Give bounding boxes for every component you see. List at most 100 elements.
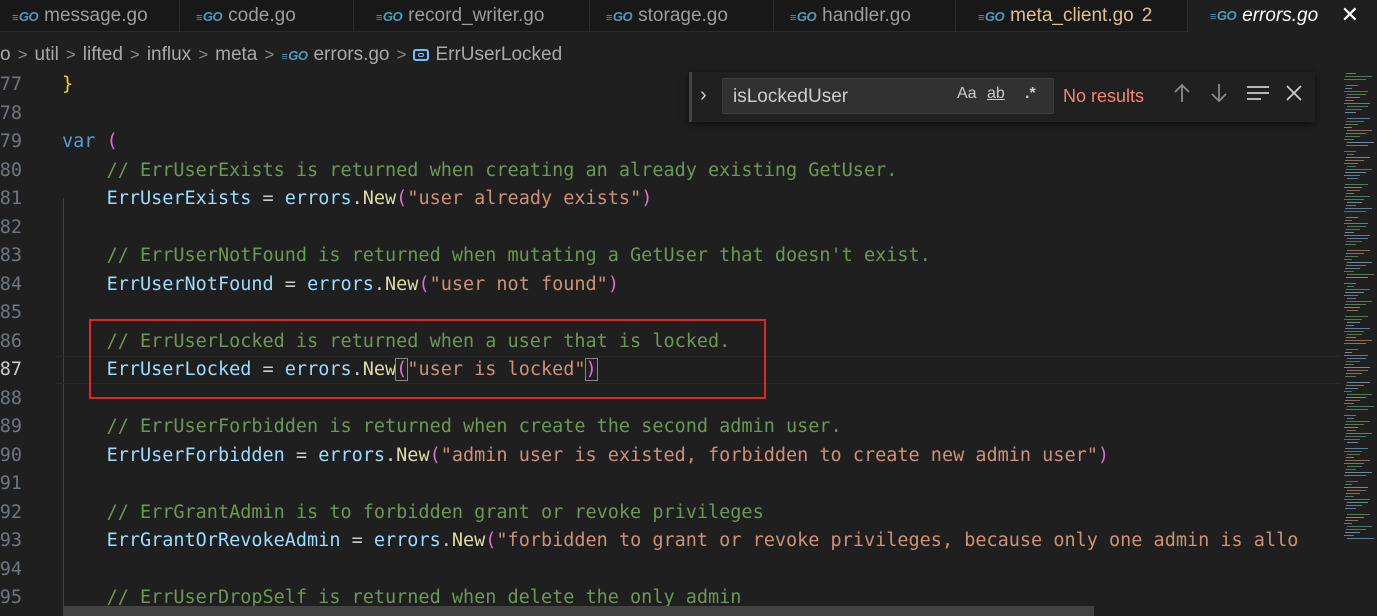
line-number: 79 <box>0 131 22 152</box>
line-number: 90 <box>0 444 22 466</box>
tab-code-go[interactable]: GO code.go <box>180 0 354 32</box>
toggle-replace-chevron-icon[interactable]: › <box>700 84 707 107</box>
tab-message-go[interactable]: GO message.go <box>0 0 180 32</box>
go-file-icon: GO <box>1210 8 1237 23</box>
line-number: 81 <box>0 188 22 209</box>
minimap-line <box>1345 352 1352 353</box>
minimap-line <box>1345 232 1354 233</box>
minimap-line <box>1344 355 1368 356</box>
minimap-line <box>1345 256 1358 257</box>
minimap-line <box>1344 307 1360 308</box>
minimap-line <box>1345 244 1356 245</box>
code-line[interactable]: 85 <box>0 299 1340 327</box>
minimap-line <box>1344 223 1368 224</box>
code-line[interactable]: 86 // ErrUserLocked is returned when a u… <box>0 328 1340 356</box>
find-input[interactable] <box>731 83 945 111</box>
tab-errors-go[interactable]: GO errors.go ✕ <box>1188 0 1377 32</box>
minimap-line <box>1344 415 1356 416</box>
vertical-scrollbar[interactable] <box>1366 71 1377 616</box>
tab-record-writer-go[interactable]: GO record_writer.go <box>354 0 590 32</box>
minimap-line <box>1346 517 1364 518</box>
minimap-line <box>1346 241 1362 242</box>
minimap-line <box>1347 490 1366 491</box>
minimap-line <box>1344 343 1366 344</box>
minimap-line <box>1346 457 1354 458</box>
minimap-line <box>1345 124 1358 125</box>
code-line[interactable]: 87 ErrUserLocked = errors.New("user is l… <box>0 356 1340 384</box>
breadcrumb-item-influx[interactable]: influx <box>147 44 191 66</box>
breadcrumb-item-file[interactable]: GO errors.go <box>281 44 389 66</box>
chevron-right-icon: > <box>17 45 28 64</box>
minimap-line <box>1344 199 1364 200</box>
minimap-line <box>1346 145 1368 146</box>
close-icon[interactable] <box>1284 82 1304 110</box>
line-code: // ErrUserExists is returned when creati… <box>106 159 898 181</box>
arrow-up-icon[interactable] <box>1172 82 1192 110</box>
line-number: 80 <box>0 159 22 181</box>
breadcrumb-item-symbol[interactable]: ErrUserLocked <box>413 44 562 66</box>
tab-storage-go[interactable]: GO storage.go <box>590 0 774 32</box>
tab-handler-go[interactable]: GO handler.go <box>774 0 956 32</box>
minimap-line <box>1346 385 1364 386</box>
breadcrumb-item-meta[interactable]: meta <box>215 44 257 66</box>
minimap-line <box>1344 259 1352 260</box>
line-number: 92 <box>0 501 22 523</box>
minimap-line <box>1345 448 1368 449</box>
minimap-line <box>1345 376 1356 377</box>
breadcrumb-item[interactable]: o <box>0 44 11 66</box>
match-case-toggle[interactable]: Aa <box>957 85 977 103</box>
minimap-line <box>1344 391 1352 392</box>
minimap-line <box>1347 418 1354 419</box>
code-line[interactable]: 84 ErrUserNotFound = errors.New("user no… <box>0 271 1340 299</box>
minimap-line <box>1346 349 1358 350</box>
code-line[interactable]: 80 // ErrUserExists is returned when cre… <box>0 157 1340 185</box>
code-line[interactable]: 92 // ErrGrantAdmin is to forbidden gran… <box>0 499 1340 527</box>
arrow-down-icon[interactable] <box>1209 82 1229 110</box>
close-icon[interactable]: ✕ <box>1341 2 1359 28</box>
line-code: } <box>62 74 74 95</box>
match-whole-word-toggle[interactable]: ab <box>987 85 1005 103</box>
line-number: 82 <box>0 216 22 238</box>
tab-meta-client-go[interactable]: GO meta_client.go 2 <box>956 0 1188 32</box>
breadcrumb-item-lifted[interactable]: lifted <box>83 44 123 66</box>
minimap-line <box>1345 304 1366 305</box>
minimap-line <box>1345 364 1354 365</box>
code-line[interactable]: 94 <box>0 556 1340 584</box>
minimap-line <box>1344 127 1352 128</box>
minimap-line <box>1345 388 1358 389</box>
find-input-box[interactable]: Aa ab .* <box>722 78 1054 114</box>
code-line[interactable]: 81 ErrUserExists = errors.New("user alre… <box>0 185 1340 213</box>
regex-toggle[interactable]: .* <box>1025 85 1036 103</box>
code-editor[interactable]: 77} 78 79 var (80 // ErrUserExists is retur… <box>0 71 1340 616</box>
find-in-selection-icon[interactable] <box>1245 82 1271 110</box>
minimap-line <box>1347 502 1368 503</box>
minimap-line <box>1345 184 1368 185</box>
minimap-line <box>1346 361 1360 362</box>
minimap-line <box>1345 220 1352 221</box>
minimap-line <box>1346 73 1356 74</box>
minimap-line <box>1346 337 1356 338</box>
code-line[interactable]: 89 // ErrUserForbidden is returned when … <box>0 413 1340 441</box>
code-line[interactable]: 93 ErrGrantOrRevokeAdmin = errors.New("f… <box>0 527 1340 555</box>
minimap-line <box>1344 91 1368 92</box>
code-line[interactable]: 90 ErrUserForbidden = errors.New("admin … <box>0 442 1340 470</box>
line-number: 87 <box>0 359 22 380</box>
minimap-line <box>1347 238 1368 239</box>
line-code: // ErrUserForbidden is returned when cre… <box>106 416 842 437</box>
tab-label: storage.go <box>638 5 728 26</box>
minimap-line <box>1345 532 1360 533</box>
code-line[interactable]: 88 <box>0 385 1340 413</box>
go-file-icon: GO <box>281 48 308 63</box>
minimap-line <box>1346 469 1356 470</box>
minimap-line <box>1345 424 1364 425</box>
minimap-line <box>1347 286 1354 287</box>
code-line[interactable]: 82 <box>0 214 1340 242</box>
code-line[interactable]: 83 // ErrUserNotFound is returned when m… <box>0 242 1340 270</box>
editor-tab-bar: GO message.go GO code.go GO record_write… <box>0 0 1377 32</box>
horizontal-scrollbar[interactable] <box>64 606 1094 616</box>
code-line[interactable]: 91 <box>0 470 1340 498</box>
code-line[interactable]: 79 var ( <box>0 128 1340 156</box>
go-file-icon: GO <box>978 9 1005 24</box>
breadcrumb-item-util[interactable]: util <box>35 44 59 66</box>
minimap-line <box>1346 97 1360 98</box>
